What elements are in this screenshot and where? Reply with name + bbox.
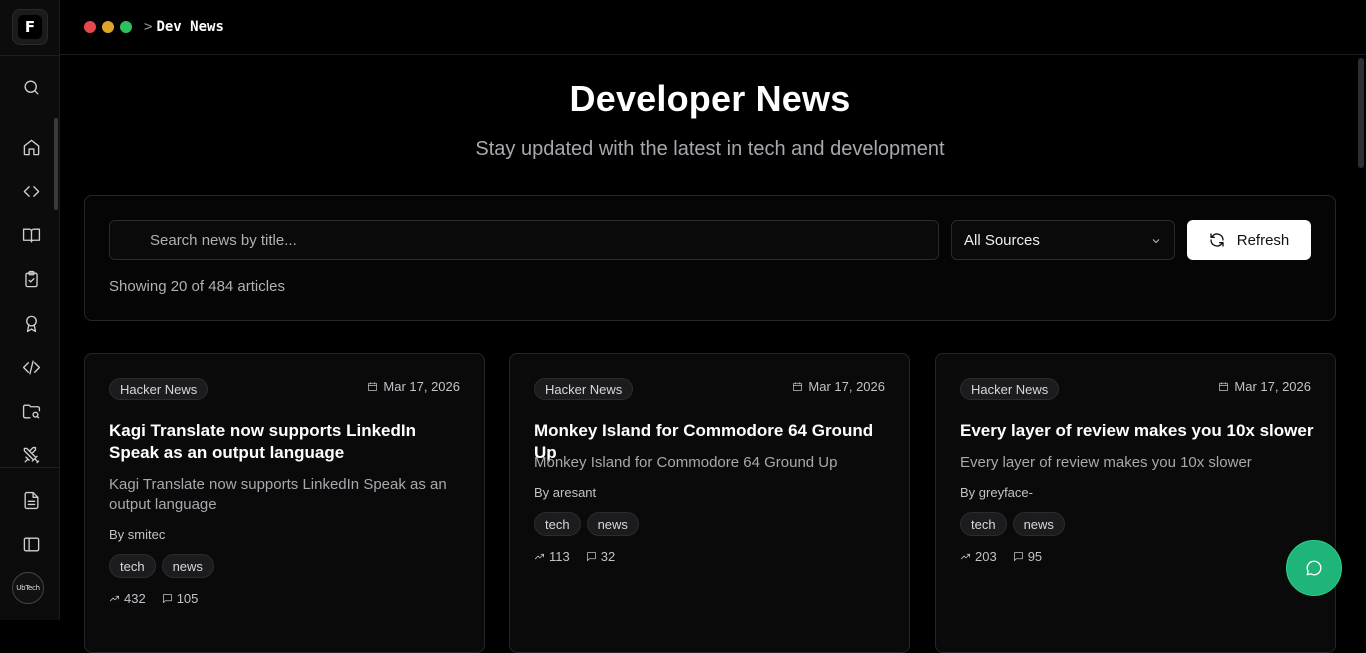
award-icon[interactable] [20, 312, 42, 334]
article-date-text: Mar 17, 2026 [808, 379, 885, 394]
document-icon[interactable] [20, 489, 42, 511]
comment-icon [1013, 551, 1023, 562]
folder-search-icon[interactable] [20, 400, 42, 422]
source-select-value: All Sources [964, 231, 1040, 249]
sidebar-scrollbar[interactable] [54, 118, 58, 210]
calendar-icon [793, 382, 803, 391]
article-date: Mar 17, 2026 [367, 379, 460, 394]
article-card[interactable]: Hacker News Mar 17, 2026 Every layer of … [935, 353, 1336, 653]
points-stat: 113 [534, 549, 570, 564]
article-title[interactable]: Every layer of review makes you 10x slow… [960, 420, 1315, 442]
comments-count: 105 [176, 591, 199, 606]
points-stat: 203 [960, 549, 997, 564]
app-logo[interactable]: F [12, 9, 48, 45]
search-icon[interactable] [20, 76, 42, 98]
trending-up-icon [109, 595, 120, 602]
article-date: Mar 17, 2026 [1218, 379, 1311, 394]
chat-bubble-icon [1306, 560, 1322, 576]
refresh-button-label: Refresh [1236, 231, 1290, 249]
source-badge: Hacker News [109, 378, 209, 400]
logo-glyph: F [18, 15, 42, 39]
article-description: Kagi Translate now supports LinkedIn Spe… [109, 476, 447, 513]
filter-panel: All Sources Refresh Showing 20 of 484 ar… [84, 195, 1336, 321]
top-bar [60, 0, 1366, 55]
article-author: By aresant [534, 485, 597, 500]
article-title[interactable]: Kagi Translate now supports LinkedIn Spe… [109, 420, 464, 464]
article-author: By smitec [109, 527, 166, 542]
trending-up-icon [534, 553, 545, 560]
points-count: 203 [975, 549, 997, 564]
article-date-text: Mar 17, 2026 [1234, 379, 1311, 394]
article-description: Monkey Island for Commodore 64 Ground Up [534, 454, 838, 471]
comments-stat: 32 [586, 549, 615, 564]
comments-stat: 105 [162, 591, 199, 606]
page-title: Developer News [569, 78, 851, 119]
sidebar-divider [0, 467, 60, 468]
window-close-button[interactable] [84, 21, 96, 33]
article-count: Showing 20 of 484 articles [109, 278, 285, 295]
sidebar-toggle-icon[interactable] [20, 533, 42, 555]
comments-count: 32 [600, 549, 616, 564]
points-count: 432 [124, 591, 146, 606]
refresh-button[interactable]: Refresh [1187, 220, 1311, 260]
article-card[interactable]: Hacker News Mar 17, 2026 Monkey Island f… [509, 353, 910, 653]
tag-list: tech news [109, 554, 214, 578]
article-stats: 432 105 [109, 591, 198, 606]
comment-icon [162, 593, 172, 604]
calendar-icon [1219, 382, 1229, 391]
tag[interactable]: tech [960, 512, 1007, 536]
window-maximize-button[interactable] [120, 21, 132, 33]
refresh-icon [1210, 233, 1224, 247]
trending-up-icon [960, 553, 971, 560]
breadcrumb-current: Dev News [156, 19, 224, 35]
comments-count: 95 [1027, 549, 1043, 564]
breadcrumb: > Dev News [144, 19, 224, 35]
sidebar-divider [0, 55, 60, 56]
tag[interactable]: tech [109, 554, 156, 578]
chevron-down-icon [1152, 239, 1160, 244]
chat-button[interactable] [1286, 540, 1342, 596]
points-count: 113 [549, 549, 570, 564]
calendar-icon [368, 382, 378, 391]
source-badge: Hacker News [534, 378, 634, 400]
article-date: Mar 17, 2026 [792, 379, 885, 394]
source-select[interactable]: All Sources [951, 220, 1175, 260]
swords-icon[interactable] [20, 444, 42, 466]
search-input[interactable] [109, 220, 939, 260]
article-author: By greyface- [960, 485, 1033, 500]
page-subtitle: Stay updated with the latest in tech and… [475, 138, 945, 160]
comments-stat: 95 [1013, 549, 1042, 564]
article-stats: 113 32 [534, 549, 615, 564]
tag-list: tech news [534, 512, 639, 536]
home-icon[interactable] [20, 136, 42, 158]
article-card[interactable]: Hacker News Mar 17, 2026 Kagi Translate … [84, 353, 485, 653]
tag[interactable]: news [1012, 512, 1065, 536]
breadcrumb-separator: > [144, 19, 153, 35]
avatar[interactable]: UbTech [12, 572, 44, 604]
article-description: Every layer of review makes you 10x slow… [960, 454, 1252, 471]
source-badge: Hacker News [960, 378, 1060, 400]
points-stat: 432 [109, 591, 146, 606]
tag[interactable]: news [586, 512, 639, 536]
book-icon[interactable] [20, 224, 42, 246]
code-slash-icon[interactable] [20, 356, 42, 378]
window-minimize-button[interactable] [102, 21, 114, 33]
tag-list: tech news [960, 512, 1065, 536]
clipboard-check-icon[interactable] [20, 268, 42, 290]
tag[interactable]: tech [534, 512, 581, 536]
comment-icon [586, 551, 596, 562]
tag[interactable]: news [161, 554, 214, 578]
article-date-text: Mar 17, 2026 [383, 379, 460, 394]
sidebar: F UbTech [0, 0, 60, 620]
article-stats: 203 95 [960, 549, 1042, 564]
code-icon[interactable] [20, 180, 42, 202]
